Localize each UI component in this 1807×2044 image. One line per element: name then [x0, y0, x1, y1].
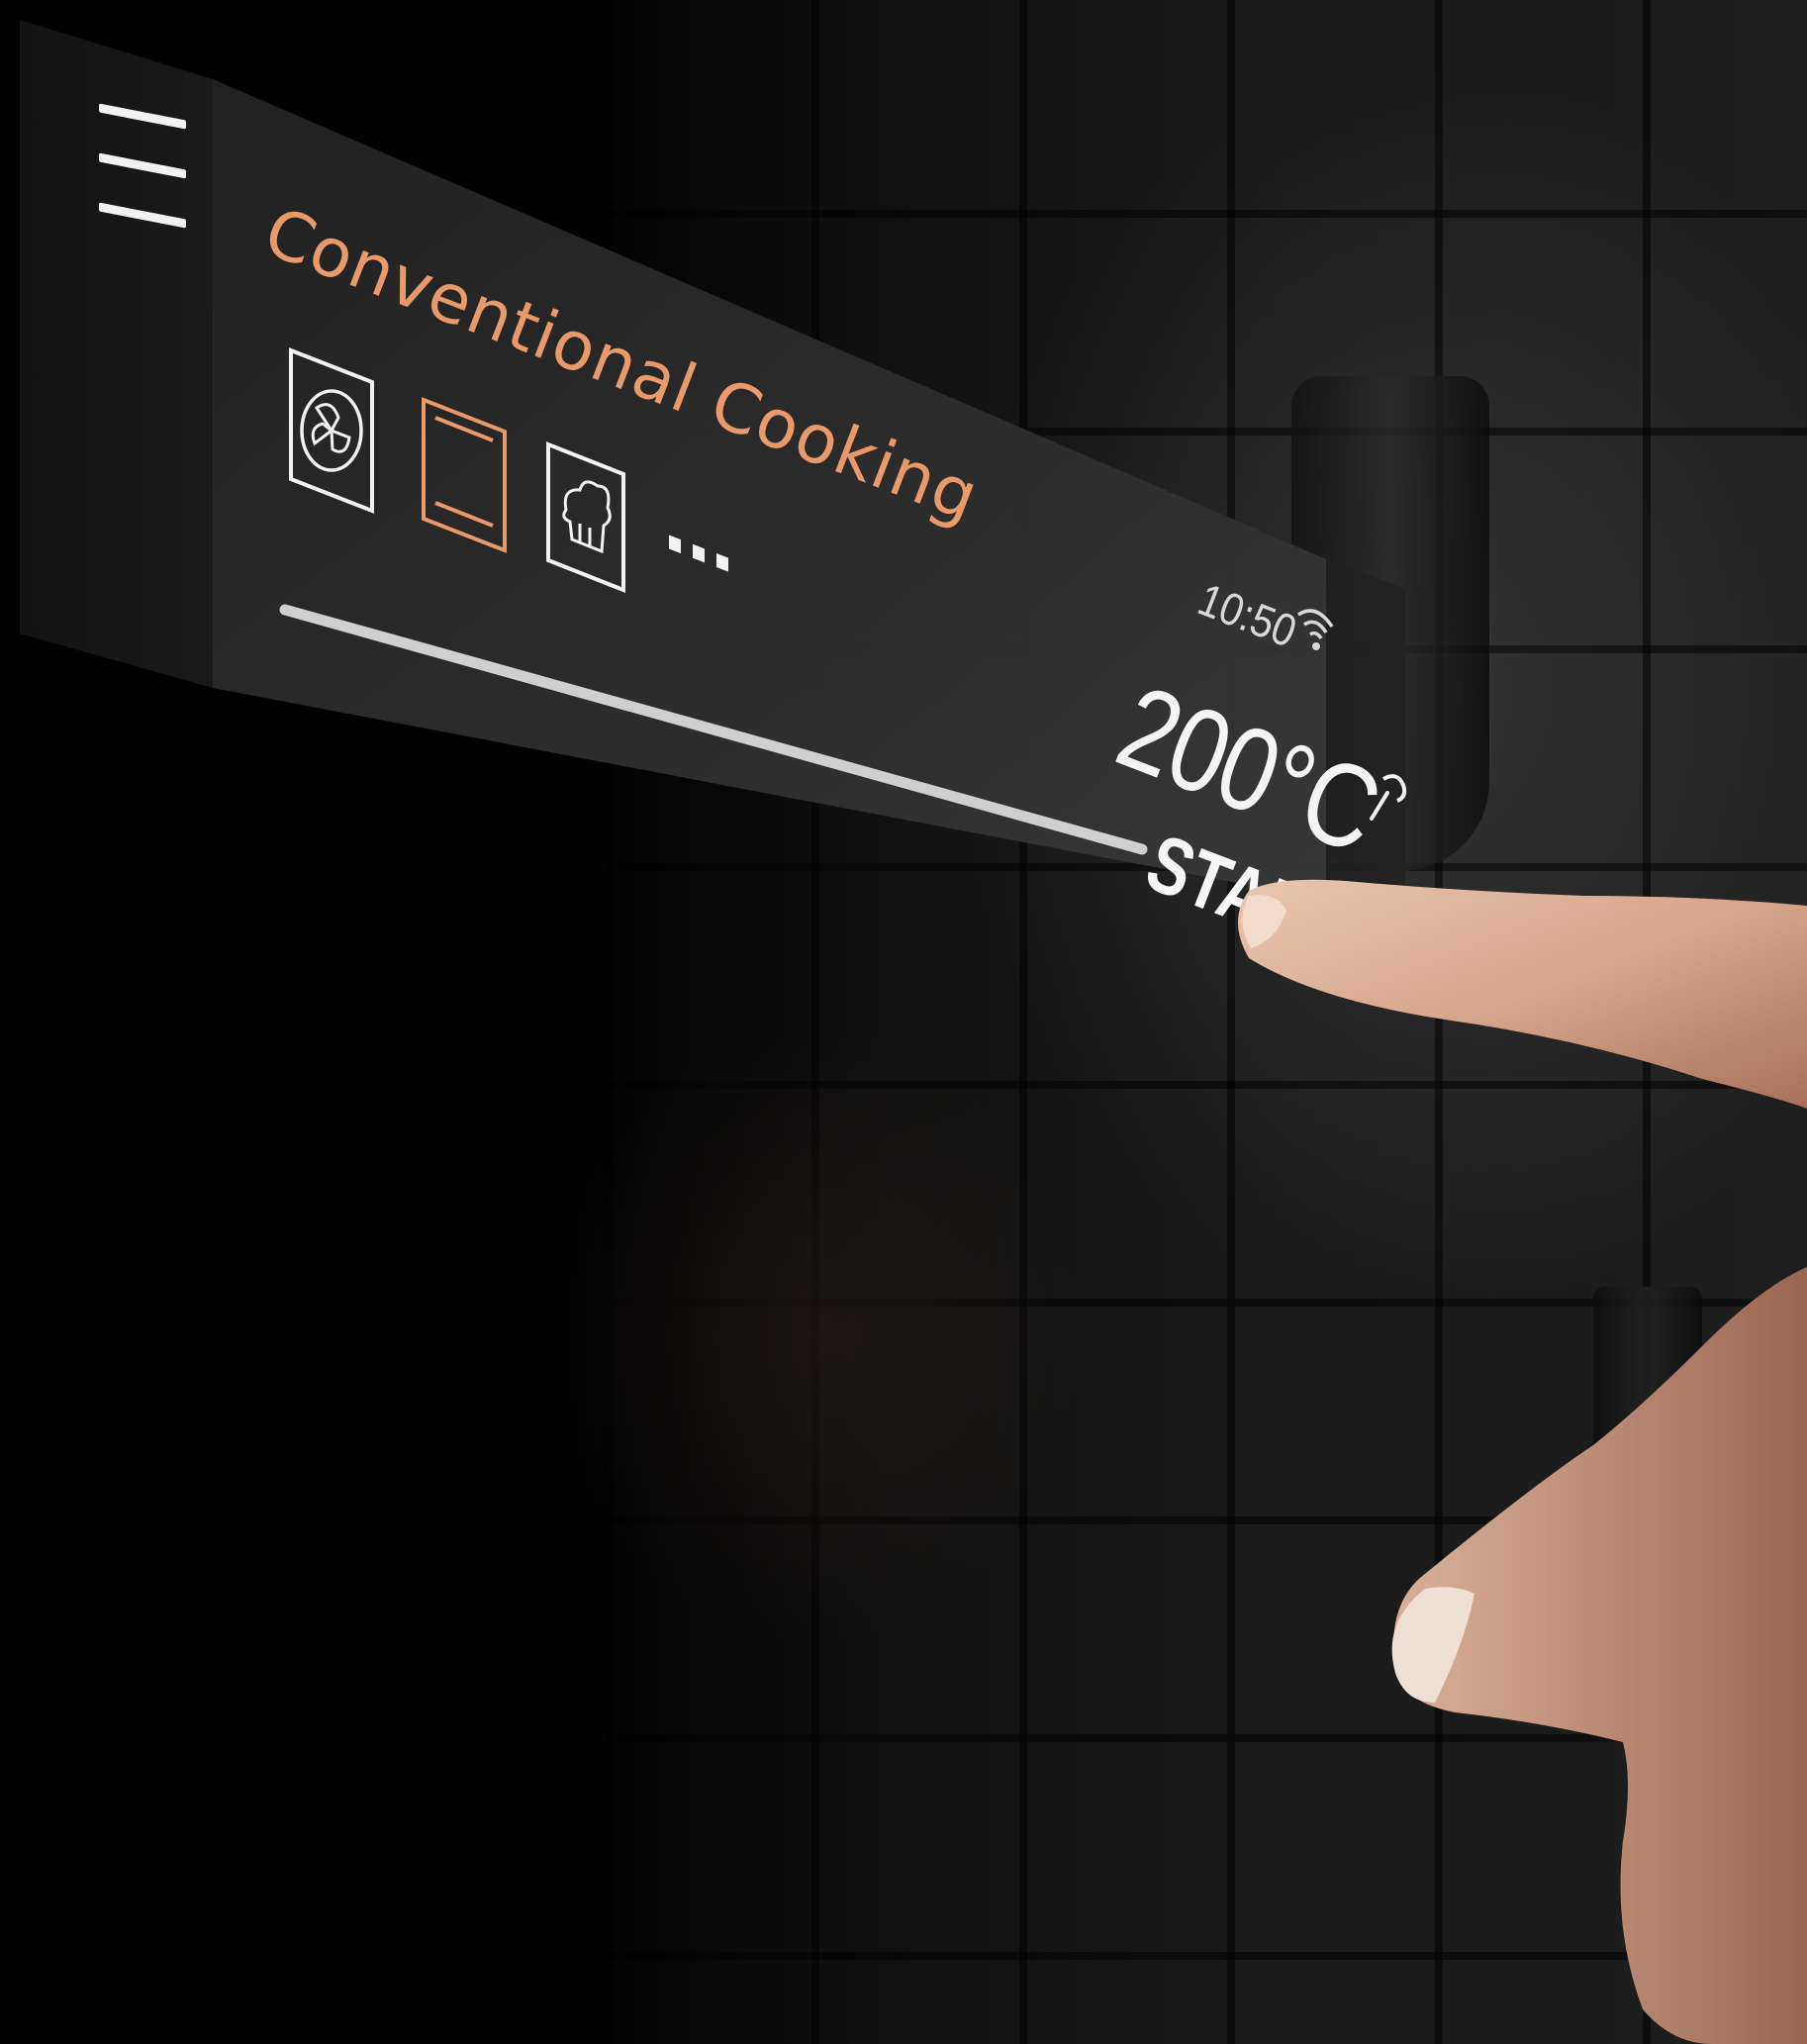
- hand-reflection: [376, 891, 1267, 1782]
- food-probe-icon[interactable]: [1364, 767, 1413, 827]
- steam-icon[interactable]: [544, 440, 627, 594]
- progress-bar[interactable]: [279, 604, 1150, 861]
- more-modes-button[interactable]: [665, 530, 744, 579]
- background-bottle: [1593, 1287, 1702, 1742]
- fan-icon[interactable]: [287, 346, 376, 515]
- conventional-heat-icon[interactable]: [420, 396, 509, 554]
- oven-display-panel: Conventional Cooking 10:50 200°C START: [20, 20, 1407, 976]
- wifi-icon: [1297, 609, 1334, 650]
- hamburger-menu-icon[interactable]: [99, 103, 188, 252]
